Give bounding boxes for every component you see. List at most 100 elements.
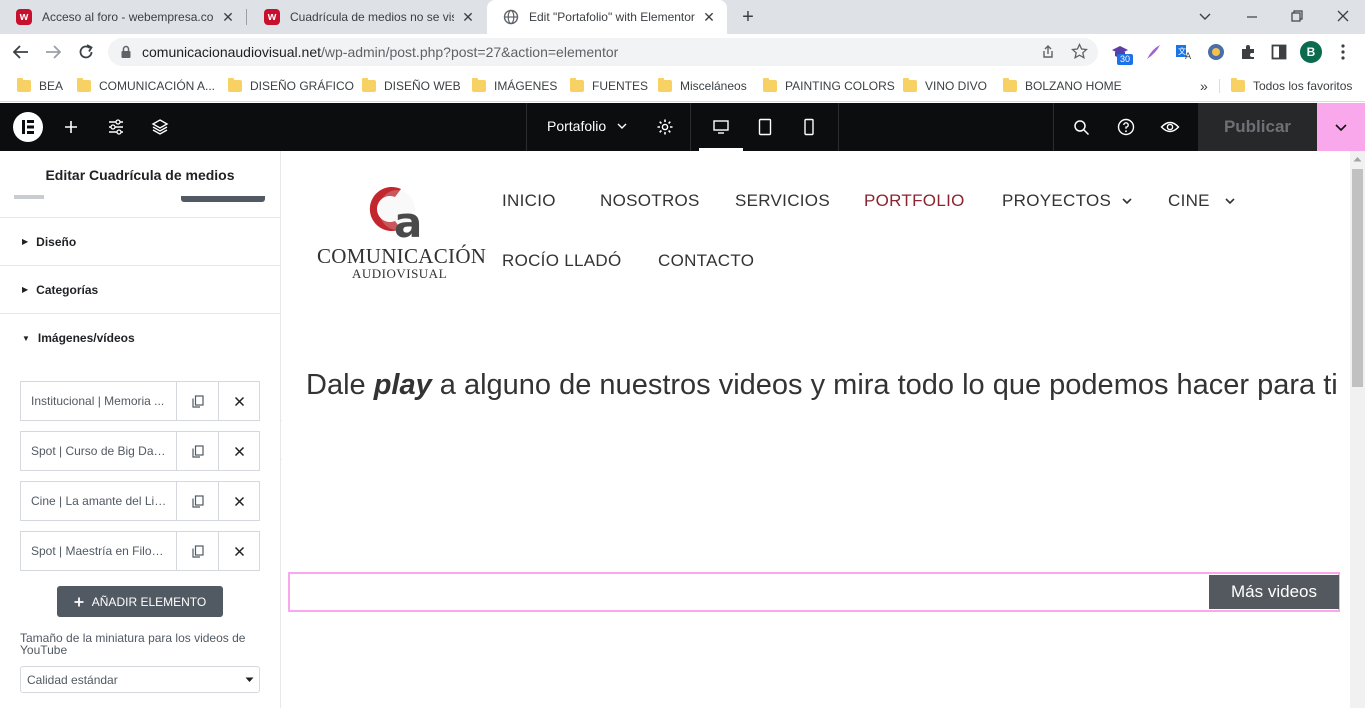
translate-extension-icon[interactable]: 文A: [1175, 43, 1193, 61]
share-icon[interactable]: [1040, 44, 1056, 60]
scrollbar-thumb[interactable]: [1352, 169, 1363, 387]
bookmarks-bar: BEA COMUNICACIÓN A... DISEÑO GRÁFICO DIS…: [0, 70, 1365, 102]
section-label: Diseño: [36, 234, 77, 249]
desktop-device-icon[interactable]: [712, 119, 730, 135]
forward-arrow-icon[interactable]: [44, 44, 62, 60]
bookmark-label: BOLZANO HOME: [1025, 79, 1122, 93]
selected-widget-outline[interactable]: [288, 572, 1340, 612]
bookmarks-overflow-chevron[interactable]: »: [1200, 76, 1208, 96]
publish-button[interactable]: Publicar: [1198, 103, 1317, 151]
minimize-icon[interactable]: [1245, 10, 1259, 24]
address-bar[interactable]: comunicacionaudiovisual.net/wp-admin/pos…: [108, 38, 1098, 66]
bookmark-star-icon[interactable]: [1071, 43, 1088, 60]
nav-item-proyectos[interactable]: PROYECTOS: [1002, 191, 1133, 211]
reload-icon[interactable]: [77, 43, 95, 61]
tab-search-chevron-icon[interactable]: [1198, 10, 1212, 24]
remove-button[interactable]: [218, 382, 259, 420]
repeater-item-title[interactable]: Spot | Maestría en Filos...: [21, 532, 178, 570]
preview-eye-icon[interactable]: [1160, 119, 1180, 135]
add-element-plus-icon[interactable]: [63, 119, 79, 135]
scroll-up-arrow-icon[interactable]: [1353, 156, 1362, 162]
page-settings-dropdown[interactable]: Portafolio: [547, 118, 628, 134]
more-videos-button[interactable]: Más videos: [1209, 575, 1339, 609]
canvas-scrollbar[interactable]: [1350, 151, 1365, 708]
tab-acceso-foro[interactable]: w Acceso al foro - webempresa.co ✕: [0, 0, 246, 34]
folder-icon: [570, 78, 584, 92]
repeater-item[interactable]: Spot | Maestría en Filos...: [20, 531, 260, 571]
mobile-device-icon[interactable]: [802, 118, 816, 136]
section-diseno[interactable]: ▶ Diseño: [0, 218, 280, 266]
repeater-item-title[interactable]: Institucional | Memoria ...: [21, 382, 178, 420]
feather-extension-icon[interactable]: [1144, 43, 1162, 61]
repeater-item-title[interactable]: Cine | La amante del Lib...: [21, 482, 178, 520]
lock-icon[interactable]: [120, 45, 132, 59]
section-imagenes-videos[interactable]: ▼ Imágenes/vídeos: [0, 314, 280, 362]
duplicate-button[interactable]: [177, 432, 218, 470]
webempresa-favicon-icon: w: [264, 9, 280, 25]
add-item-button[interactable]: AÑADIR ELEMENTO: [57, 586, 223, 617]
close-tab-icon[interactable]: ✕: [701, 9, 717, 25]
repeater-item-title[interactable]: Spot | Curso de Big Dat...: [21, 432, 178, 470]
repeater-item[interactable]: Spot | Curso de Big Dat...: [20, 431, 260, 471]
bookmark-folder-comunicacion[interactable]: COMUNICACIÓN A...: [77, 76, 215, 96]
bookmark-folder-miscelaneos[interactable]: Misceláneos: [658, 76, 747, 96]
color-picker-extension-icon[interactable]: [1207, 43, 1225, 61]
restore-icon[interactable]: [1290, 9, 1304, 23]
bookmark-folder-diseno-grafico[interactable]: DISEÑO GRÁFICO: [228, 76, 354, 96]
bookmark-folder-imagenes[interactable]: IMÁGENES: [472, 76, 557, 96]
help-question-icon[interactable]: [1117, 118, 1135, 136]
close-tab-icon[interactable]: ✕: [220, 9, 236, 25]
tab-elementor-active[interactable]: Edit "Portafolio" with Elementor ✕: [487, 0, 727, 34]
nav-item-contacto[interactable]: CONTACTO: [658, 251, 754, 271]
folder-icon: [903, 78, 917, 92]
site-logo[interactable]: a COMUNICACIÓN AUDIOVISUAL: [317, 176, 486, 286]
bookmark-folder-bolzano-home[interactable]: BOLZANO HOME: [1003, 76, 1122, 96]
bookmark-folder-vino-divo[interactable]: VINO DIVO: [903, 76, 987, 96]
tablet-device-icon[interactable]: [757, 118, 773, 136]
duplicate-button[interactable]: [177, 382, 218, 420]
close-tab-icon[interactable]: ✕: [460, 9, 476, 25]
back-arrow-icon[interactable]: [12, 44, 30, 60]
bookmark-folder-fuentes[interactable]: FUENTES: [570, 76, 648, 96]
kebab-menu-icon[interactable]: [1340, 43, 1346, 61]
structure-layers-icon[interactable]: [151, 118, 169, 136]
nav-item-portfolio[interactable]: PORTFOLIO: [864, 191, 965, 211]
remove-button[interactable]: [218, 482, 259, 520]
folder-icon: [77, 78, 91, 92]
copy-icon: [192, 544, 204, 558]
site-settings-sliders-icon[interactable]: [107, 119, 125, 135]
page-settings-gear-icon[interactable]: [656, 118, 674, 136]
nav-item-nosotros[interactable]: NOSOTROS: [600, 191, 700, 211]
bookmark-folder-bea[interactable]: BEA: [17, 76, 63, 96]
bookmark-folder-diseno-web[interactable]: DISEÑO WEB: [362, 76, 461, 96]
duplicate-button[interactable]: [177, 532, 218, 570]
remove-button[interactable]: [218, 432, 259, 470]
new-tab-plus-icon[interactable]: +: [738, 7, 758, 27]
url-text[interactable]: comunicacionaudiovisual.net/wp-admin/pos…: [142, 44, 618, 60]
profile-avatar[interactable]: B: [1300, 41, 1322, 63]
bookmark-folder-painting-colors[interactable]: PAINTING COLORS: [763, 76, 895, 96]
all-bookmarks-folder[interactable]: Todos los favoritos: [1231, 76, 1352, 96]
editor-panel: Editar Cuadrícula de medios ▶ Diseño ▶ Cat…: [0, 151, 281, 708]
url-host: comunicacionaudiovisual.net: [142, 44, 321, 60]
nav-item-servicios[interactable]: SERVICIOS: [735, 191, 830, 211]
remove-button[interactable]: [218, 532, 259, 570]
puzzle-extensions-icon[interactable]: [1239, 43, 1257, 61]
nav-item-cine[interactable]: CINE: [1168, 191, 1236, 211]
finder-search-icon[interactable]: [1073, 119, 1090, 136]
section-categorias[interactable]: ▶ Categorías: [0, 266, 280, 314]
repeater-item[interactable]: Cine | La amante del Lib...: [20, 481, 260, 521]
side-panel-icon[interactable]: [1271, 44, 1287, 60]
close-x-icon: [234, 496, 244, 506]
elementor-logo-icon[interactable]: [13, 112, 43, 142]
nav-item-inicio[interactable]: INICIO: [502, 191, 556, 211]
close-window-icon[interactable]: [1336, 9, 1350, 23]
bookmark-label: PAINTING COLORS: [785, 79, 895, 93]
close-x-icon: [234, 546, 244, 556]
repeater-item[interactable]: Institucional | Memoria ...: [20, 381, 260, 421]
nav-item-rocio-llado[interactable]: ROCÍO LLADÓ: [502, 251, 622, 271]
publish-options-button[interactable]: [1317, 103, 1365, 151]
duplicate-button[interactable]: [177, 482, 218, 520]
tab-cuadricula[interactable]: w Cuadrícula de medios no se visu ✕: [248, 0, 486, 34]
thumbnail-size-select[interactable]: Calidad estándar: [20, 666, 260, 693]
